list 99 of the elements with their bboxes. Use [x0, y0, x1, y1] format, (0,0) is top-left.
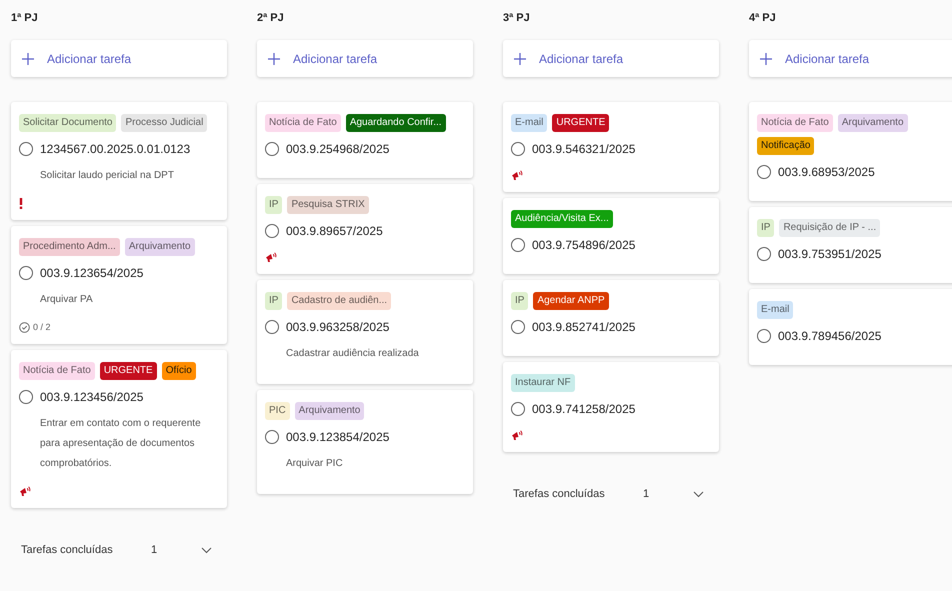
- task-title: 003.9.68953/2025: [778, 165, 875, 179]
- task-title: 003.9.123854/2025: [286, 430, 390, 444]
- complete-checkbox[interactable]: [265, 224, 279, 238]
- task-card[interactable]: Instaurar NF 003.9.741258/2025: [503, 362, 719, 452]
- task-title: 003.9.963258/2025: [286, 320, 390, 334]
- task-card[interactable]: Notícia de Fato Arquivamento Notificação 003.9.68953/2025: [749, 102, 952, 201]
- task-title: 003.9.753951/2025: [778, 247, 882, 261]
- plus-icon: [759, 52, 773, 66]
- task-label: Requisição de IP - ...: [779, 219, 880, 237]
- task-label: Arquivamento: [124, 238, 195, 256]
- task-label: Agendar ANPP: [533, 292, 609, 310]
- task-label: Aguardando Confir...: [346, 114, 446, 132]
- add-task-button[interactable]: Adicionar tarefa: [749, 40, 952, 77]
- plus-icon: [21, 52, 35, 66]
- task-card[interactable]: IP Pesquisa STRIX 003.9.89657/2025: [257, 184, 473, 274]
- complete-checkbox[interactable]: [757, 165, 771, 179]
- task-title: 003.9.789456/2025: [778, 329, 882, 343]
- task-label: E-mail: [511, 114, 548, 132]
- task-label: Arquivamento: [838, 114, 908, 132]
- task-label: PIC: [265, 402, 290, 420]
- task-title: 003.9.852741/2025: [532, 320, 636, 334]
- task-title: 003.9.123654/2025: [40, 266, 144, 280]
- megaphone-icon: [511, 429, 523, 441]
- task-label: Processo Judicial: [121, 114, 208, 132]
- complete-checkbox[interactable]: [511, 320, 525, 334]
- task-label: IP: [511, 292, 528, 310]
- add-task-button[interactable]: Adicionar tarefa: [257, 40, 473, 77]
- megaphone-icon: [19, 485, 31, 497]
- task-label: IP: [757, 219, 774, 237]
- task-label: Audiência/Visita Ex...: [511, 210, 613, 228]
- task-label: Notificação: [757, 137, 814, 155]
- complete-checkbox[interactable]: [511, 142, 525, 156]
- complete-checkbox[interactable]: [757, 247, 771, 261]
- megaphone-icon: [511, 169, 523, 181]
- task-card[interactable]: IP Cadastro de audiên... 003.9.963258/2025 Cadastrar audiência realizada: [257, 280, 473, 384]
- task-label: Notícia de Fato: [265, 114, 341, 132]
- task-label: Pesquisa STRIX: [287, 196, 369, 214]
- task-label: Notícia de Fato: [757, 114, 833, 132]
- completed-tasks-label[interactable]: Tarefas concluídas: [21, 544, 151, 556]
- add-task-button[interactable]: Adicionar tarefa: [503, 40, 719, 77]
- task-note: Solicitar laudo pericial na DPT: [39, 169, 175, 183]
- task-card[interactable]: IP Agendar ANPP 003.9.852741/2025: [503, 280, 719, 356]
- task-card[interactable]: Solicitar Documento Processo Judicial 1234567.00.2025.0.01.0123 Solicitar laudo pericial na DPT: [11, 102, 227, 220]
- checklist-icon: [19, 322, 30, 332]
- task-title: 003.9.546321/2025: [532, 142, 636, 156]
- task-title: 003.9.123456/2025: [40, 390, 144, 404]
- megaphone-icon: [265, 251, 277, 263]
- complete-checkbox[interactable]: [265, 142, 279, 156]
- task-card[interactable]: PIC Arquivamento 003.9.123854/2025 Arquivar PIC: [257, 390, 473, 494]
- task-label: Cadastro de audiên...: [287, 292, 392, 310]
- task-label: URGENTE: [100, 362, 157, 380]
- task-label: Instaurar NF: [511, 374, 575, 392]
- column-title: 3ª PJ: [503, 12, 531, 26]
- task-card[interactable]: E-mail URGENTE 003.9.546321/2025: [503, 102, 719, 192]
- plus-icon: [513, 52, 527, 66]
- task-card[interactable]: Procedimento Adm... Arquivamento 003.9.123654/2025 Arquivar PA 0 / 2: [11, 226, 227, 344]
- column-title: 1ª PJ: [11, 12, 39, 26]
- checklist-count: 0 / 2: [33, 322, 51, 332]
- task-card[interactable]: Notícia de Fato Aguardando Confir... 003.9.254968/2025: [257, 102, 473, 178]
- task-title: 1234567.00.2025.0.01.0123: [40, 142, 190, 156]
- task-note: Cadastrar audiência realizada: [285, 347, 420, 361]
- task-label: Solicitar Documento: [19, 114, 116, 132]
- complete-checkbox[interactable]: [19, 142, 33, 156]
- task-card[interactable]: E-mail 003.9.789456/2025: [749, 289, 952, 365]
- complete-checkbox[interactable]: [757, 329, 771, 343]
- complete-checkbox[interactable]: [19, 266, 33, 280]
- task-title: 003.9.741258/2025: [532, 402, 636, 416]
- add-task-button[interactable]: Adicionar tarefa: [11, 40, 227, 77]
- task-label: IP: [265, 196, 282, 214]
- task-note: Arquivar PA: [39, 293, 94, 307]
- completed-count: 1: [151, 544, 158, 556]
- task-label: IP: [265, 292, 282, 310]
- complete-checkbox[interactable]: [511, 238, 525, 252]
- task-card[interactable]: Audiência/Visita Ex... 003.9.754896/2025: [503, 198, 719, 274]
- completed-count: 1: [643, 488, 650, 500]
- task-note: Arquivar PIC: [285, 457, 344, 471]
- completed-tasks-label[interactable]: Tarefas concluídas: [513, 488, 643, 500]
- column-title: 4ª PJ: [749, 12, 777, 26]
- task-card[interactable]: Notícia de Fato URGENTE Ofício 003.9.123456/2025 Entrar em contato com o requerente para apresentação de documentos comprobatórios.: [11, 350, 227, 508]
- task-card[interactable]: IP Requisição de IP - ... 003.9.753951/2025: [749, 207, 952, 283]
- plus-icon: [267, 52, 281, 66]
- task-title: 003.9.254968/2025: [286, 142, 390, 156]
- complete-checkbox[interactable]: [265, 430, 279, 444]
- column-title: 2ª PJ: [257, 12, 285, 26]
- complete-checkbox[interactable]: [19, 390, 33, 404]
- task-title: 003.9.754896/2025: [532, 238, 636, 252]
- task-title: 003.9.89657/2025: [286, 224, 383, 238]
- task-note: Entrar em contato com o requerente para apresentação de documentos comprobatórios.: [39, 417, 202, 471]
- task-label: Arquivamento: [294, 402, 364, 420]
- task-label: URGENTE: [552, 114, 610, 132]
- complete-checkbox[interactable]: [265, 320, 279, 334]
- task-label: Ofício: [162, 362, 196, 380]
- task-label: Notícia de Fato: [19, 362, 95, 380]
- chevron-down-icon[interactable]: [201, 546, 212, 554]
- complete-checkbox[interactable]: [511, 402, 525, 416]
- task-label: Procedimento Adm...: [19, 238, 120, 256]
- task-label: E-mail: [757, 301, 794, 319]
- chevron-down-icon[interactable]: [693, 490, 704, 498]
- exclamation-icon: [19, 198, 23, 208]
